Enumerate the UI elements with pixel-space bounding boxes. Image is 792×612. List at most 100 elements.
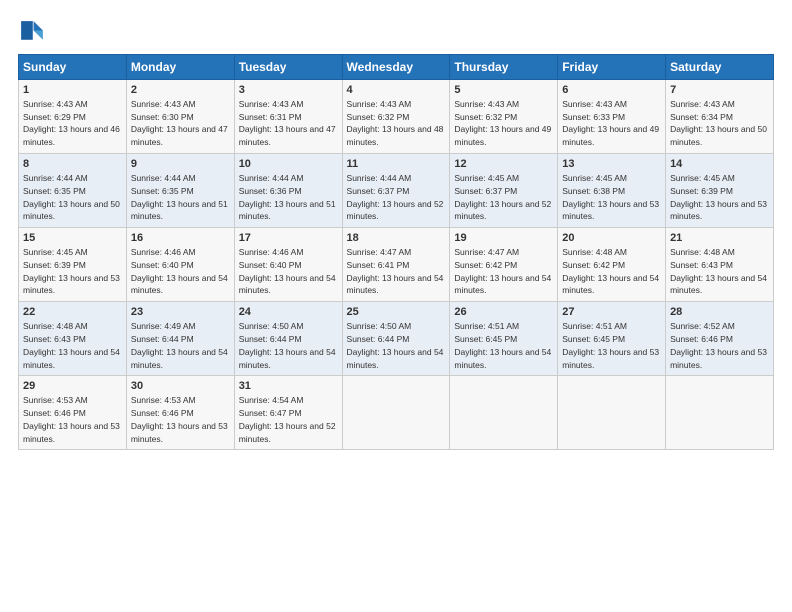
calendar-cell: 31 Sunrise: 4:54 AMSunset: 6:47 PMDaylig… xyxy=(234,376,342,450)
calendar-cell: 28 Sunrise: 4:52 AMSunset: 6:46 PMDaylig… xyxy=(666,302,774,376)
day-info: Sunrise: 4:50 AMSunset: 6:44 PMDaylight:… xyxy=(239,321,336,369)
day-info: Sunrise: 4:44 AMSunset: 6:35 PMDaylight:… xyxy=(131,173,228,221)
page: SundayMondayTuesdayWednesdayThursdayFrid… xyxy=(0,0,792,612)
day-number: 26 xyxy=(454,305,553,320)
calendar-cell: 29 Sunrise: 4:53 AMSunset: 6:46 PMDaylig… xyxy=(19,376,127,450)
day-info: Sunrise: 4:50 AMSunset: 6:44 PMDaylight:… xyxy=(347,321,444,369)
day-number: 24 xyxy=(239,305,338,320)
day-number: 17 xyxy=(239,231,338,246)
day-info: Sunrise: 4:43 AMSunset: 6:30 PMDaylight:… xyxy=(131,99,228,147)
calendar-cell: 27 Sunrise: 4:51 AMSunset: 6:45 PMDaylig… xyxy=(558,302,666,376)
day-info: Sunrise: 4:51 AMSunset: 6:45 PMDaylight:… xyxy=(454,321,551,369)
day-number: 3 xyxy=(239,83,338,98)
day-number: 8 xyxy=(23,157,122,172)
logo-icon xyxy=(18,18,46,46)
header-row: SundayMondayTuesdayWednesdayThursdayFrid… xyxy=(19,55,774,80)
day-number: 28 xyxy=(670,305,769,320)
header-cell-sunday: Sunday xyxy=(19,55,127,80)
day-info: Sunrise: 4:47 AMSunset: 6:41 PMDaylight:… xyxy=(347,247,444,295)
day-info: Sunrise: 4:53 AMSunset: 6:46 PMDaylight:… xyxy=(23,395,120,443)
day-number: 15 xyxy=(23,231,122,246)
day-number: 20 xyxy=(562,231,661,246)
calendar-cell: 2 Sunrise: 4:43 AMSunset: 6:30 PMDayligh… xyxy=(126,80,234,154)
calendar-cell xyxy=(666,376,774,450)
day-number: 7 xyxy=(670,83,769,98)
day-info: Sunrise: 4:43 AMSunset: 6:31 PMDaylight:… xyxy=(239,99,336,147)
day-number: 30 xyxy=(131,379,230,394)
calendar-cell: 22 Sunrise: 4:48 AMSunset: 6:43 PMDaylig… xyxy=(19,302,127,376)
day-info: Sunrise: 4:44 AMSunset: 6:37 PMDaylight:… xyxy=(347,173,444,221)
day-number: 10 xyxy=(239,157,338,172)
header-cell-monday: Monday xyxy=(126,55,234,80)
day-number: 23 xyxy=(131,305,230,320)
day-info: Sunrise: 4:48 AMSunset: 6:42 PMDaylight:… xyxy=(562,247,659,295)
day-number: 21 xyxy=(670,231,769,246)
day-number: 5 xyxy=(454,83,553,98)
header-cell-friday: Friday xyxy=(558,55,666,80)
day-number: 31 xyxy=(239,379,338,394)
day-info: Sunrise: 4:49 AMSunset: 6:44 PMDaylight:… xyxy=(131,321,228,369)
day-info: Sunrise: 4:46 AMSunset: 6:40 PMDaylight:… xyxy=(131,247,228,295)
header-cell-wednesday: Wednesday xyxy=(342,55,450,80)
day-number: 25 xyxy=(347,305,446,320)
day-number: 14 xyxy=(670,157,769,172)
header xyxy=(18,18,774,46)
day-number: 27 xyxy=(562,305,661,320)
day-info: Sunrise: 4:43 AMSunset: 6:32 PMDaylight:… xyxy=(454,99,551,147)
day-number: 1 xyxy=(23,83,122,98)
week-row-5: 29 Sunrise: 4:53 AMSunset: 6:46 PMDaylig… xyxy=(19,376,774,450)
day-info: Sunrise: 4:47 AMSunset: 6:42 PMDaylight:… xyxy=(454,247,551,295)
calendar-cell xyxy=(342,376,450,450)
day-info: Sunrise: 4:53 AMSunset: 6:46 PMDaylight:… xyxy=(131,395,228,443)
calendar-cell: 15 Sunrise: 4:45 AMSunset: 6:39 PMDaylig… xyxy=(19,228,127,302)
day-info: Sunrise: 4:45 AMSunset: 6:39 PMDaylight:… xyxy=(670,173,767,221)
day-info: Sunrise: 4:43 AMSunset: 6:29 PMDaylight:… xyxy=(23,99,120,147)
week-row-2: 8 Sunrise: 4:44 AMSunset: 6:35 PMDayligh… xyxy=(19,154,774,228)
calendar-cell: 3 Sunrise: 4:43 AMSunset: 6:31 PMDayligh… xyxy=(234,80,342,154)
calendar-cell: 10 Sunrise: 4:44 AMSunset: 6:36 PMDaylig… xyxy=(234,154,342,228)
day-info: Sunrise: 4:44 AMSunset: 6:36 PMDaylight:… xyxy=(239,173,336,221)
calendar-cell: 1 Sunrise: 4:43 AMSunset: 6:29 PMDayligh… xyxy=(19,80,127,154)
calendar-table: SundayMondayTuesdayWednesdayThursdayFrid… xyxy=(18,54,774,450)
calendar-cell: 19 Sunrise: 4:47 AMSunset: 6:42 PMDaylig… xyxy=(450,228,558,302)
calendar-cell: 17 Sunrise: 4:46 AMSunset: 6:40 PMDaylig… xyxy=(234,228,342,302)
day-number: 19 xyxy=(454,231,553,246)
day-info: Sunrise: 4:48 AMSunset: 6:43 PMDaylight:… xyxy=(670,247,767,295)
day-info: Sunrise: 4:52 AMSunset: 6:46 PMDaylight:… xyxy=(670,321,767,369)
day-number: 29 xyxy=(23,379,122,394)
day-info: Sunrise: 4:43 AMSunset: 6:32 PMDaylight:… xyxy=(347,99,444,147)
calendar-cell: 21 Sunrise: 4:48 AMSunset: 6:43 PMDaylig… xyxy=(666,228,774,302)
day-number: 11 xyxy=(347,157,446,172)
day-info: Sunrise: 4:45 AMSunset: 6:38 PMDaylight:… xyxy=(562,173,659,221)
calendar-cell: 14 Sunrise: 4:45 AMSunset: 6:39 PMDaylig… xyxy=(666,154,774,228)
calendar-cell: 11 Sunrise: 4:44 AMSunset: 6:37 PMDaylig… xyxy=(342,154,450,228)
day-info: Sunrise: 4:44 AMSunset: 6:35 PMDaylight:… xyxy=(23,173,120,221)
logo xyxy=(18,18,50,46)
day-number: 4 xyxy=(347,83,446,98)
day-number: 13 xyxy=(562,157,661,172)
day-number: 2 xyxy=(131,83,230,98)
calendar-cell: 4 Sunrise: 4:43 AMSunset: 6:32 PMDayligh… xyxy=(342,80,450,154)
calendar-cell: 8 Sunrise: 4:44 AMSunset: 6:35 PMDayligh… xyxy=(19,154,127,228)
calendar-cell: 18 Sunrise: 4:47 AMSunset: 6:41 PMDaylig… xyxy=(342,228,450,302)
day-info: Sunrise: 4:43 AMSunset: 6:33 PMDaylight:… xyxy=(562,99,659,147)
day-number: 18 xyxy=(347,231,446,246)
day-number: 16 xyxy=(131,231,230,246)
calendar-cell: 5 Sunrise: 4:43 AMSunset: 6:32 PMDayligh… xyxy=(450,80,558,154)
header-cell-tuesday: Tuesday xyxy=(234,55,342,80)
week-row-4: 22 Sunrise: 4:48 AMSunset: 6:43 PMDaylig… xyxy=(19,302,774,376)
calendar-cell: 24 Sunrise: 4:50 AMSunset: 6:44 PMDaylig… xyxy=(234,302,342,376)
day-number: 22 xyxy=(23,305,122,320)
calendar-cell xyxy=(450,376,558,450)
header-cell-thursday: Thursday xyxy=(450,55,558,80)
calendar-cell xyxy=(558,376,666,450)
day-info: Sunrise: 4:51 AMSunset: 6:45 PMDaylight:… xyxy=(562,321,659,369)
day-info: Sunrise: 4:46 AMSunset: 6:40 PMDaylight:… xyxy=(239,247,336,295)
calendar-cell: 12 Sunrise: 4:45 AMSunset: 6:37 PMDaylig… xyxy=(450,154,558,228)
calendar-cell: 6 Sunrise: 4:43 AMSunset: 6:33 PMDayligh… xyxy=(558,80,666,154)
calendar-cell: 30 Sunrise: 4:53 AMSunset: 6:46 PMDaylig… xyxy=(126,376,234,450)
day-info: Sunrise: 4:54 AMSunset: 6:47 PMDaylight:… xyxy=(239,395,336,443)
day-info: Sunrise: 4:48 AMSunset: 6:43 PMDaylight:… xyxy=(23,321,120,369)
day-number: 6 xyxy=(562,83,661,98)
day-number: 12 xyxy=(454,157,553,172)
